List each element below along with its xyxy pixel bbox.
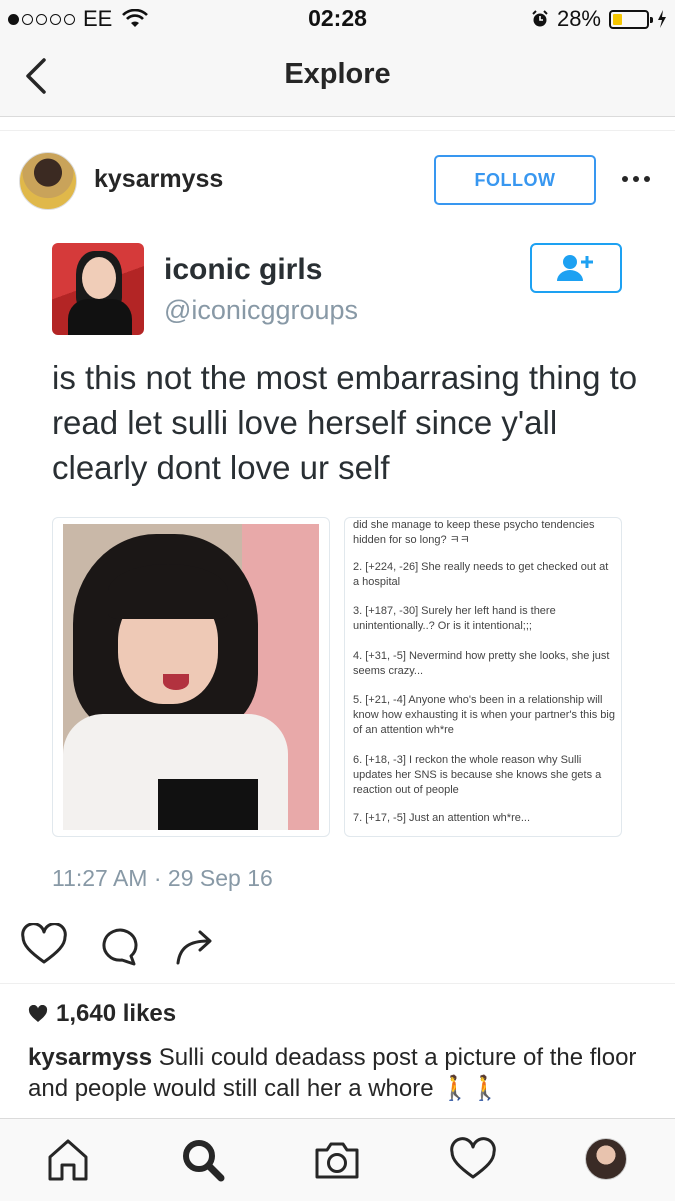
post-author-avatar[interactable] xyxy=(19,152,77,210)
comment-line: 7. [+17, -5] Just an attention wh*re... xyxy=(353,812,531,824)
page-title: Explore xyxy=(284,58,391,90)
likes-label: 1,640 likes xyxy=(56,1000,177,1027)
tweet-author-name: iconic girls xyxy=(164,253,323,286)
tweet-photo-comments: did she manage to keep these psycho tend… xyxy=(344,517,622,837)
more-options-button[interactable] xyxy=(612,167,660,191)
heart-icon xyxy=(450,1137,496,1179)
search-icon xyxy=(183,1140,225,1182)
tab-home[interactable] xyxy=(43,1135,93,1185)
tweet-photo-girl xyxy=(52,517,330,837)
tab-activity[interactable] xyxy=(448,1135,498,1185)
charging-bolt-icon xyxy=(658,10,666,28)
comment-line: 2. [+224, -26] She really needs to get c… xyxy=(353,561,609,588)
comment-icon xyxy=(102,928,138,966)
add-user-icon xyxy=(557,255,593,281)
comment-line: did she manage to keep these psycho tend… xyxy=(353,519,595,546)
comment-line: 6. [+18, -3] I reckon the whole reason w… xyxy=(353,754,602,796)
battery-percent: 28% xyxy=(556,6,601,31)
tweet-author-avatar xyxy=(52,243,144,335)
tweet-author-handle: @iconicggroups xyxy=(164,295,359,325)
tab-profile-avatar[interactable] xyxy=(585,1138,627,1180)
tweet-timestamp: 11:27 AM · 29 Sep 16 xyxy=(52,865,273,891)
camera-icon xyxy=(315,1142,359,1179)
comment-line: 3. [+187, -30] Surely her left hand is t… xyxy=(353,605,556,632)
like-button[interactable] xyxy=(20,922,68,967)
navigation-bar: Explore xyxy=(0,36,675,117)
comment-line: 5. [+21, -4] Anyone who's been in a rela… xyxy=(353,694,615,736)
tab-camera[interactable] xyxy=(312,1135,362,1185)
post-actions xyxy=(0,905,675,984)
tweet-text: is this not the most embarrasing thing t… xyxy=(52,359,638,486)
comment-button[interactable] xyxy=(96,923,144,967)
post-author-username[interactable]: kysarmyss xyxy=(94,165,223,194)
tab-search[interactable] xyxy=(178,1135,228,1185)
status-bar: EE 02:28 28% xyxy=(0,0,675,36)
share-button[interactable] xyxy=(172,923,220,967)
battery-info: 28% xyxy=(531,6,667,32)
heart-icon xyxy=(21,922,67,964)
comment-line: 4. [+31, -5] Nevermind how pretty she lo… xyxy=(353,650,610,677)
heart-filled-icon xyxy=(28,1005,48,1022)
post-image[interactable]: iconic girls @iconicggroups is this not … xyxy=(0,229,675,905)
alarm-icon xyxy=(532,10,548,27)
more-horizontal-icon xyxy=(622,176,628,182)
share-icon xyxy=(176,930,212,965)
follow-button[interactable]: FOLLOW xyxy=(434,155,596,205)
likes-count[interactable]: 1,640 likes xyxy=(28,1000,176,1028)
post-caption: kysarmyss Sulli could deadass post a pic… xyxy=(28,1042,648,1104)
caption-username[interactable]: kysarmyss xyxy=(28,1044,152,1071)
battery-icon xyxy=(609,9,653,29)
post-header: kysarmyss FOLLOW xyxy=(0,130,675,230)
bottom-tab-bar xyxy=(0,1118,675,1201)
home-icon xyxy=(48,1139,88,1181)
tweet-follow-button xyxy=(530,243,622,293)
